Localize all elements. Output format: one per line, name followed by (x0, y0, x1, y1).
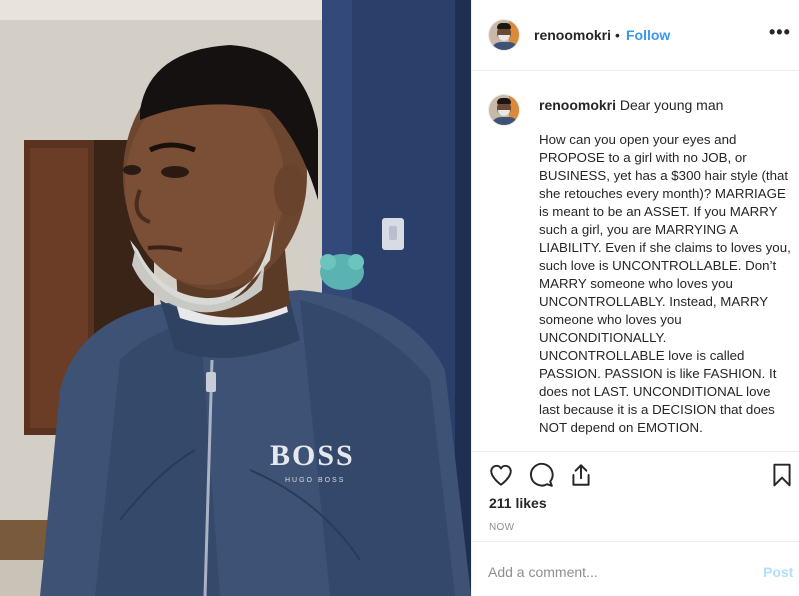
caption-text: How can you open your eyes and PROPOSE t… (539, 132, 791, 435)
heart-icon[interactable] (488, 462, 514, 488)
caption-title: Dear young man (619, 97, 724, 113)
post-comment-button[interactable]: Post (763, 564, 793, 580)
likes-count[interactable]: 211 likes (489, 495, 547, 511)
post-timestamp[interactable]: NOW (489, 522, 514, 533)
author-avatar[interactable] (488, 19, 520, 51)
caption-section: renoomokri Dear young man How can you op… (472, 72, 799, 452)
comment-bubble-icon[interactable] (528, 462, 554, 488)
jacket-logo-sub: HUGO BOSS (285, 477, 345, 484)
post-header: renoomokri • Follow ••• (472, 0, 799, 71)
post-photo-image: BOSS HUGO BOSS (0, 0, 471, 596)
comment-bar: Post (472, 541, 799, 596)
header-separator: • (615, 27, 620, 43)
bookmark-icon[interactable] (769, 462, 795, 488)
follow-button[interactable]: Follow (626, 27, 670, 43)
caption-username[interactable]: renoomokri (539, 97, 616, 113)
comment-input[interactable] (488, 562, 748, 582)
share-icon[interactable] (568, 462, 594, 488)
jacket-logo-main: BOSS (270, 439, 355, 472)
more-options-icon[interactable]: ••• (769, 22, 791, 43)
caption-first-line: renoomokri Dear young man (539, 96, 789, 114)
post-side-panel: renoomokri • Follow ••• renoomokri Dear … (471, 0, 799, 596)
author-username[interactable]: renoomokri (534, 27, 611, 43)
post-photo[interactable]: BOSS HUGO BOSS (0, 0, 471, 596)
caption-avatar[interactable] (488, 94, 520, 126)
